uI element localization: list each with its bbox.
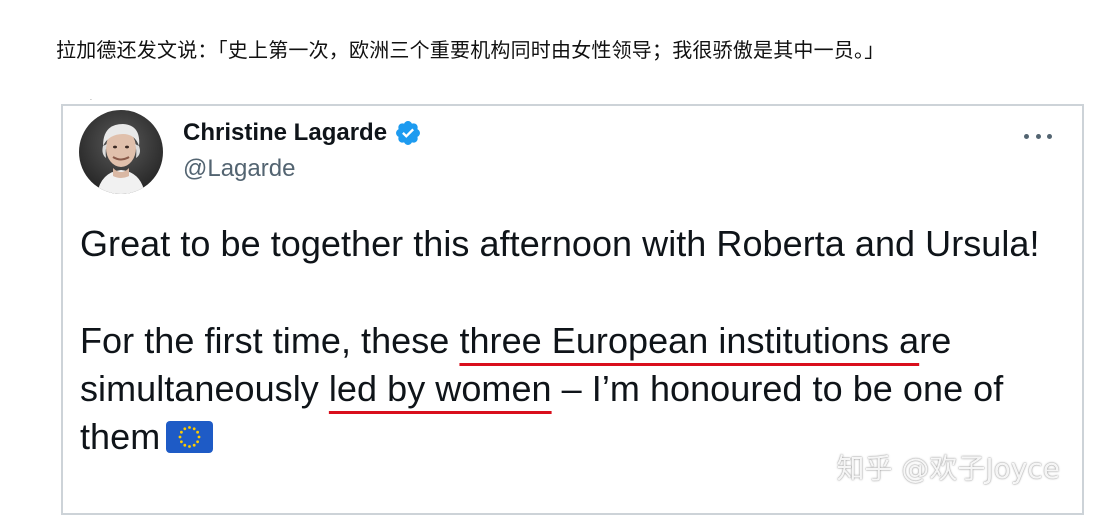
more-dot [1024,133,1029,139]
highlight-underline-2: led by women [328,368,552,409]
more-dot [1035,133,1041,139]
tweet-paragraph-1: Great to be together this afternoon with… [80,223,1040,264]
tiny-dot: · [90,97,92,104]
author-handle[interactable]: @Lagarde [183,155,295,183]
article-caption: 拉加德还发文说：「史上第一次，欧洲三个重要机构同时由女性领导；我很骄傲是其中一员… [56,38,885,62]
more-dot [1047,133,1052,139]
tweet-text-segment: For the first time, these [80,320,460,361]
author-name[interactable]: Christine Lagarde [183,119,387,147]
more-horizontal-icon[interactable] [1024,128,1052,144]
page: 拉加德还发文说：「史上第一次，欧洲三个重要机构同时由女性领导；我很骄傲是其中一员… [0,0,1115,531]
highlight-underline-1: three European institutions a [459,320,920,361]
author-row: Christine Lagarde [183,119,422,147]
tweet-card[interactable]: Christine Lagarde @Lagarde Great to be t… [61,104,1084,515]
avatar-image [79,110,163,194]
tweet-text: Great to be together this afternoon with… [80,220,1070,461]
eu-flag-icon [166,421,214,453]
watermark: 知乎 @欢子Joyce [836,452,1060,485]
tweet-paragraph-2: For the first time, these three European… [80,317,1070,461]
verified-badge-icon [396,121,421,145]
avatar[interactable] [79,110,163,194]
